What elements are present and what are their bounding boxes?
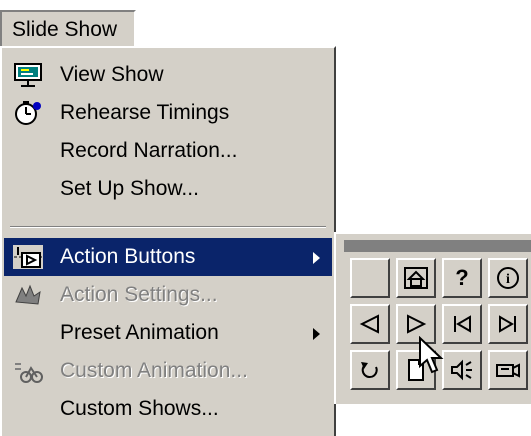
- menu-item-custom-shows[interactable]: Custom Shows...: [4, 390, 332, 428]
- menu-item-action-settings[interactable]: Action Settings...: [4, 276, 332, 314]
- rehearse-timings-icon: [15, 101, 41, 125]
- information-icon: i: [497, 267, 519, 289]
- end-action-button[interactable]: [488, 304, 528, 344]
- submenu-drag-handle[interactable]: [344, 240, 531, 252]
- menu-separator: [10, 226, 326, 228]
- menu-item-view-show[interactable]: View Show: [4, 56, 332, 94]
- home-action-button[interactable]: [396, 258, 436, 298]
- forward-arrow-icon: [407, 314, 427, 334]
- help-action-button[interactable]: ?: [442, 258, 482, 298]
- back-arrow-icon: [359, 314, 379, 334]
- mouse-pointer-icon: [419, 336, 444, 374]
- return-action-button[interactable]: [350, 350, 390, 390]
- slide-show-menu: View Show Rehearse Timings Record Narrat…: [0, 46, 336, 436]
- menu-item-rehearse-timings[interactable]: Rehearse Timings: [4, 94, 332, 132]
- menu-item-set-up-show[interactable]: Set Up Show...: [4, 170, 332, 208]
- menubar-slide-show[interactable]: Slide Show: [0, 10, 136, 48]
- menu-item-label: Action Buttons: [60, 245, 196, 268]
- return-icon: [361, 362, 378, 379]
- beginning-icon: [454, 315, 471, 333]
- menu-item-action-buttons[interactable]: Action Buttons: [4, 238, 332, 276]
- menu-item-label: View Show: [60, 63, 164, 86]
- menu-item-label: Record Narration...: [60, 139, 238, 162]
- end-icon: [499, 315, 516, 333]
- menu-item-label: Custom Animation...: [60, 359, 248, 382]
- beginning-action-button[interactable]: [442, 304, 482, 344]
- submenu-arrow-icon: [313, 252, 320, 264]
- svg-text:i: i: [506, 272, 510, 287]
- menu-item-label: Preset Animation: [60, 321, 219, 344]
- menu-item-preset-animation[interactable]: Preset Animation: [4, 314, 332, 352]
- custom-action-button[interactable]: [350, 258, 390, 298]
- question-mark-icon: ?: [455, 265, 469, 290]
- action-buttons-icon: [13, 245, 43, 269]
- custom-animation-icon: [15, 363, 43, 383]
- sound-icon: [451, 359, 472, 381]
- menu-item-label: Action Settings...: [60, 283, 218, 306]
- menu-item-custom-animation[interactable]: Custom Animation...: [4, 352, 332, 390]
- menu-item-label: Set Up Show...: [60, 177, 199, 200]
- sound-action-button[interactable]: [442, 350, 482, 390]
- menubar-slide-show-label: Slide Show: [12, 18, 118, 41]
- menu-item-label: Rehearse Timings: [60, 101, 230, 124]
- submenu-arrow-icon: [313, 328, 320, 340]
- action-buttons-submenu: ? i: [334, 232, 531, 404]
- home-icon: [404, 267, 428, 289]
- action-settings-icon: [15, 284, 41, 305]
- menu-item-record-narration[interactable]: Record Narration...: [4, 132, 332, 170]
- back-action-button[interactable]: [350, 304, 390, 344]
- movie-action-button[interactable]: [488, 350, 528, 390]
- information-action-button[interactable]: i: [488, 258, 528, 298]
- movie-icon: [496, 363, 520, 378]
- menu-item-label: Custom Shows...: [60, 397, 219, 420]
- view-show-icon: [14, 63, 42, 87]
